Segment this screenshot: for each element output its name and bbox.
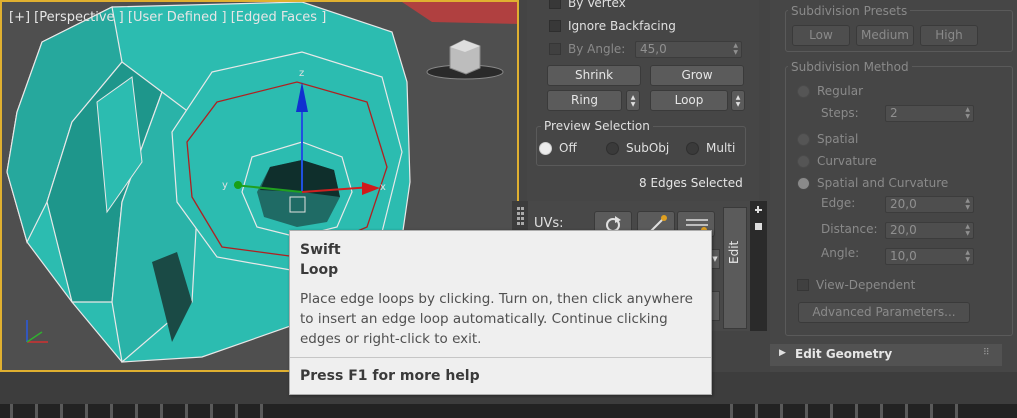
distance-value: 20,0 [890, 223, 917, 237]
curvature-radio[interactable] [797, 154, 810, 168]
preset-low-button[interactable]: Low [792, 25, 850, 46]
ring-button[interactable]: Ring [547, 90, 622, 111]
spinner-arrows-icon[interactable]: ▲ ▼ [965, 223, 970, 237]
swift-loop-tooltip: Swift Loop Place edge loops by clicking.… [289, 230, 712, 395]
view-dependent-checkbox[interactable] [797, 279, 809, 291]
spinner-arrows-icon[interactable]: ▲ ▼ [965, 106, 970, 120]
preview-off-radio[interactable] [539, 141, 552, 155]
uvs-label: UVs: [534, 216, 564, 231]
edit-geometry-title: Edit Geometry [795, 347, 893, 361]
rollout-expand-icon[interactable]: ▶ [779, 348, 786, 358]
viewport-label[interactable]: [+] [Perspective ] [User Defined ] [Edge… [9, 10, 326, 25]
regular-radio[interactable] [797, 84, 810, 98]
subdivision-panel: Subdivision Presets Low Medium High Subd… [770, 0, 1017, 372]
by-angle-spinner[interactable]: 45,0 ▲ ▼ [635, 41, 742, 58]
preset-high-button[interactable]: High [920, 25, 978, 46]
edit-tab-label: Edit [727, 240, 741, 264]
edge-label: Edge: [821, 196, 856, 210]
shrink-button[interactable]: Shrink [547, 65, 641, 86]
spinner-arrows-icon[interactable]: ▲ ▼ [733, 42, 738, 56]
svg-text:z: z [299, 68, 304, 79]
steps-label: Steps: [821, 106, 859, 120]
angle-label: Angle: [821, 246, 860, 260]
preview-off-option[interactable]: Off [539, 141, 577, 155]
by-angle-checkbox[interactable] [549, 43, 561, 55]
by-angle-row[interactable]: By Angle: [549, 42, 625, 56]
ring-spinner-icon[interactable]: ▲ ▼ [626, 90, 640, 111]
regular-label: Regular [817, 84, 864, 98]
preview-multi-label: Multi [706, 141, 736, 155]
spinner-arrows-icon[interactable]: ▲ ▼ [965, 197, 970, 211]
tooltip-divider [290, 357, 711, 358]
subdivision-method-title: Subdivision Method [788, 60, 912, 74]
curvature-option[interactable]: Curvature [797, 154, 877, 168]
pin-icon[interactable] [755, 223, 762, 230]
view-dependent-row[interactable]: View-Dependent [797, 278, 915, 292]
edit-tab[interactable]: Edit [723, 207, 747, 329]
angle-value: 10,0 [890, 249, 917, 263]
spatial-and-curvature-radio[interactable] [797, 176, 810, 190]
preview-subobj-radio[interactable] [606, 141, 619, 155]
tooltip-description: Place edge loops by clicking. Turn on, t… [300, 291, 693, 347]
ignore-backfacing-label: Ignore Backfacing [568, 19, 676, 33]
grow-button[interactable]: Grow [650, 65, 744, 86]
selection-status: 8 Edges Selected [639, 176, 743, 190]
steps-spinner[interactable]: 2 ▲ ▼ [885, 105, 974, 122]
spatial-option[interactable]: Spatial [797, 132, 858, 146]
preview-multi-option[interactable]: Multi [686, 141, 735, 155]
tooltip-help-hint: Press F1 for more help [300, 368, 480, 384]
preview-multi-radio[interactable] [686, 141, 699, 155]
spinner-arrows-icon[interactable]: ▲ ▼ [965, 249, 970, 263]
loop-button[interactable]: Loop [650, 90, 728, 111]
spatial-radio[interactable] [797, 132, 810, 146]
rollout-grip-icon[interactable]: ⠿ [983, 348, 990, 358]
edge-spinner[interactable]: 20,0 ▲ ▼ [885, 196, 974, 213]
selection-panel: By Vertex Ignore Backfacing By Angle: 45… [527, 0, 759, 206]
by-vertex-row[interactable]: By Vertex [549, 0, 626, 10]
angle-spinner[interactable]: 10,0 ▲ ▼ [885, 248, 974, 265]
ignore-backfacing-row[interactable]: Ignore Backfacing [549, 19, 676, 33]
ribbon-side-bar [750, 201, 767, 331]
svg-text:x: x [380, 182, 386, 193]
spatial-and-curvature-label: Spatial and Curvature [817, 176, 949, 190]
ignore-backfacing-checkbox[interactable] [549, 20, 561, 32]
preview-off-label: Off [559, 141, 577, 155]
preview-selection-title: Preview Selection [541, 119, 653, 133]
timeline-track[interactable] [0, 404, 1017, 418]
preview-subobj-option[interactable]: SubObj [606, 141, 669, 155]
loop-spinner-icon[interactable]: ▲ ▼ [731, 90, 745, 111]
curvature-label: Curvature [817, 154, 877, 168]
by-vertex-checkbox[interactable] [549, 0, 561, 9]
by-angle-value: 45,0 [640, 42, 667, 56]
spatial-label: Spatial [817, 132, 859, 146]
spatial-and-curvature-option[interactable]: Spatial and Curvature [797, 176, 948, 190]
by-angle-label: By Angle: [568, 42, 626, 56]
edit-geometry-rollout[interactable]: ▶ Edit Geometry ⠿ [770, 344, 1002, 366]
distance-label: Distance: [821, 222, 878, 236]
advanced-parameters-button[interactable]: Advanced Parameters... [798, 302, 970, 323]
steps-value: 2 [890, 106, 898, 120]
view-dependent-label: View-Dependent [816, 278, 916, 292]
distance-spinner[interactable]: 20,0 ▲ ▼ [885, 222, 974, 239]
tooltip-title-line2: Loop [300, 262, 339, 278]
tooltip-title-line1: Swift [300, 242, 341, 258]
svg-text:y: y [222, 180, 228, 191]
preset-medium-button[interactable]: Medium [856, 25, 914, 46]
edge-value: 20,0 [890, 197, 917, 211]
regular-option[interactable]: Regular [797, 84, 863, 98]
subdivision-presets-title: Subdivision Presets [788, 4, 911, 18]
preview-subobj-label: SubObj [626, 141, 670, 155]
by-vertex-label: By Vertex [568, 0, 626, 10]
